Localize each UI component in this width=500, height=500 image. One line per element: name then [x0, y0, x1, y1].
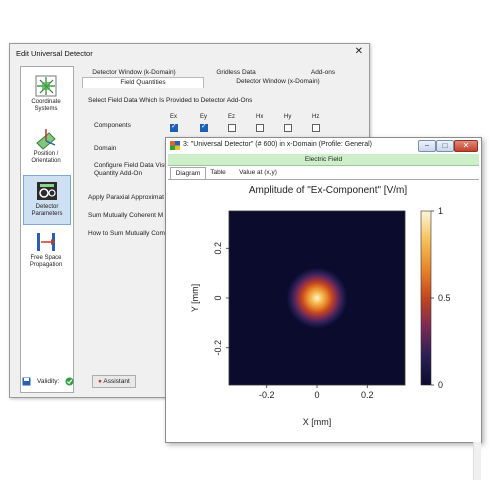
tab-table[interactable]: Table: [206, 167, 230, 178]
y-tick-label: 0.2: [213, 242, 223, 255]
window-title: 3: "Universal Detector" (# 600) in x-Dom…: [183, 141, 372, 148]
close-button[interactable]: ✕: [454, 140, 478, 152]
sidebar-item-label: Free Space Propagation: [29, 255, 63, 268]
sum-coherent-label: Sum Mutually Coherent M: [88, 212, 164, 219]
column-header-hx: Hx: [256, 114, 264, 120]
y-tick-group: 0.2 0 -0.2: [213, 242, 229, 355]
x-axis-label: X [mm]: [303, 417, 332, 427]
sidebar-item-coordinate-systems[interactable]: Coordinate Systems: [23, 71, 69, 119]
configure-label: Configure Field Data Visu: [94, 162, 168, 169]
validity-label: Validity:: [37, 378, 60, 385]
validity-ok-icon: [65, 377, 74, 388]
tab-field-quantities[interactable]: Field Quantities: [82, 77, 204, 88]
assistant-label: Assistant: [103, 378, 130, 385]
checkbox-ey[interactable]: [200, 122, 208, 132]
column-header-ez: Ez: [228, 114, 236, 120]
column-header-ex: Ex: [170, 114, 178, 120]
sidebar-item-label: Detector Parameters: [31, 204, 63, 217]
coordinate-systems-icon: [35, 75, 57, 97]
column-header-hz: Hz: [312, 114, 320, 120]
validity-indicator: [22, 377, 31, 388]
colorbar: [420, 210, 432, 386]
tab-row-2: Field Quantities Detector Window (x-Doma…: [78, 77, 363, 88]
dialog-close-button[interactable]: ✕: [355, 46, 363, 57]
free-space-propagation-icon: [37, 233, 55, 251]
diagram-area: Amplitude of "Ex-Component" [V/m] -0.2 0 0…: [168, 180, 481, 480]
dialog-sidebar: Coordinate Systems Position / Orientatio…: [20, 66, 74, 393]
x-tick-label: -0.2: [259, 390, 275, 400]
sidebar-item-label: Position / Orientation: [31, 151, 61, 164]
y-axis-label: Y [mm]: [190, 284, 200, 312]
configure-label-2: Quantity Add-On: [94, 170, 143, 177]
x-tick-label: 0.2: [361, 390, 374, 400]
detector-parameters-icon: [37, 182, 57, 200]
sum-how-label: How to Sum Mutually Com: [88, 230, 165, 237]
universal-detector-result-window: 3: "Universal Detector" (# 600) in x-Dom…: [165, 137, 482, 480]
window-title-bar[interactable]: 3: "Universal Detector" (# 600) in x-Dom…: [166, 138, 481, 153]
x-tick-group: -0.2 0 0.2: [259, 385, 374, 400]
beam-spot: [286, 267, 348, 329]
colorbar-tick-group: 10.50: [431, 206, 451, 390]
colorbar-tick-label: 1: [438, 206, 443, 216]
y-tick-label: 0: [213, 295, 223, 300]
sidebar-item-position-orientation[interactable]: Position / Orientation: [23, 123, 69, 171]
minimize-button[interactable]: −: [418, 140, 436, 152]
group-title: Select Field Data Which Is Provided to D…: [88, 97, 253, 104]
colorbar-tick-label: 0.5: [438, 293, 451, 303]
sidebar-item-detector-parameters[interactable]: Detector Parameters: [23, 175, 71, 225]
dialog-title: Edit Universal Detector: [16, 49, 93, 58]
checkbox-hx[interactable]: [256, 124, 264, 132]
components-label: Components: [94, 122, 131, 129]
x-tick-label: 0: [314, 390, 319, 400]
heatmap-chart[interactable]: -0.2 0 0.2 0.20-0.2 X [mm] Y [mm] 10.50: [168, 180, 479, 440]
sidebar-item-label: Coordinate Systems: [31, 99, 61, 112]
position-orientation-icon: [36, 129, 56, 150]
tab-detector-window-x[interactable]: Detector Window (x-Domain): [218, 77, 338, 87]
assistant-icon: ●: [98, 378, 102, 385]
colorbar-tick-label: 0: [438, 380, 443, 390]
maximize-button[interactable]: □: [436, 140, 454, 152]
column-header-hy: Hy: [284, 114, 292, 120]
assistant-button[interactable]: ● Assistant: [92, 375, 136, 388]
domain-label: Domain: [94, 145, 117, 152]
checkbox-hy[interactable]: [284, 124, 292, 132]
tab-value-at-xy[interactable]: Value at (x,y): [234, 167, 282, 178]
checkbox-ex[interactable]: [170, 122, 178, 132]
paraxial-label: Apply Paraxial Approximat: [88, 194, 164, 201]
window-app-icon: [170, 141, 180, 150]
y-tick-label: -0.2: [213, 340, 223, 356]
save-icon: [22, 377, 31, 386]
vertical-scrollbar[interactable]: [473, 442, 481, 480]
sidebar-item-free-space-propagation[interactable]: Free Space Propagation: [23, 227, 69, 275]
checkbox-ez[interactable]: [228, 124, 236, 132]
checkbox-hz[interactable]: [312, 124, 320, 132]
column-header-ey: Ey: [200, 114, 208, 120]
electric-field-bar: Electric Field: [168, 154, 479, 166]
